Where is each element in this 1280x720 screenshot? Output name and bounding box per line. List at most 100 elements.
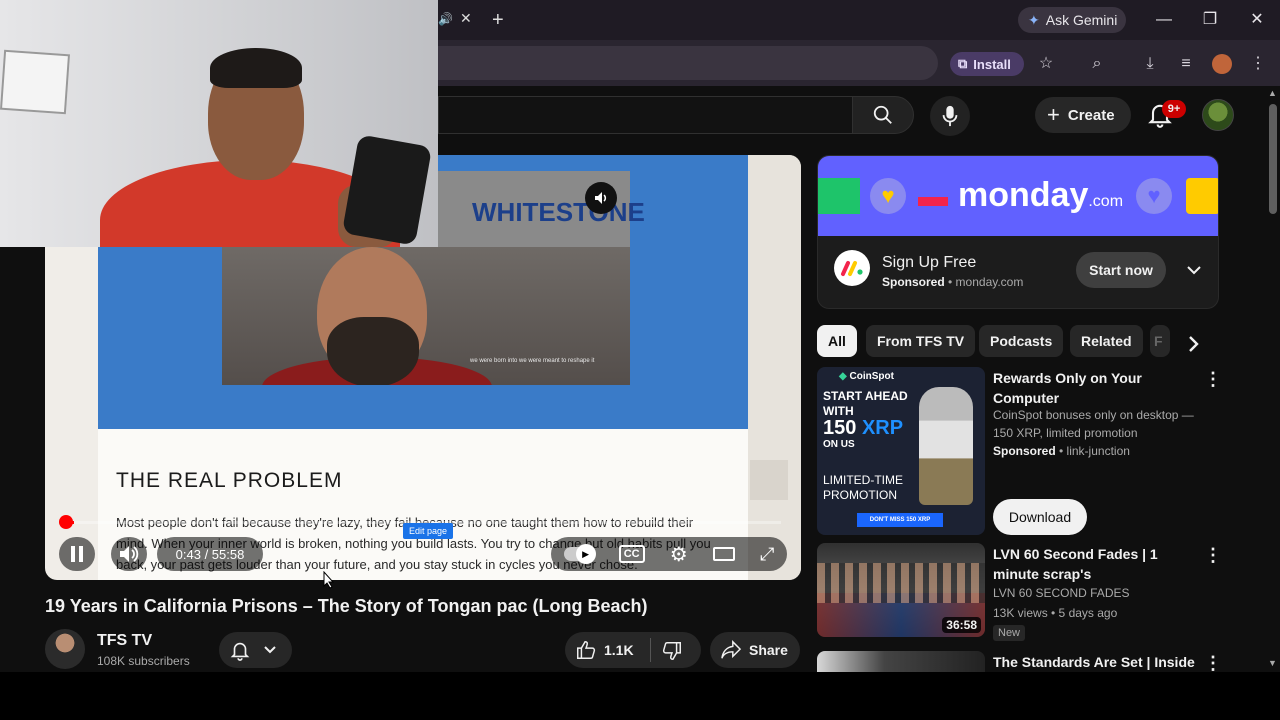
lens-search-icon[interactable]: ⌕ (1085, 52, 1109, 76)
monday-logo: monday.com (958, 176, 1124, 214)
advertiser-logo[interactable] (834, 250, 870, 286)
rec-sponsor-line: Sponsored • link-junction (993, 444, 1130, 458)
wall-certificate (0, 49, 71, 115)
like-divider (650, 638, 651, 662)
volume-button[interactable] (111, 537, 147, 571)
slide-brand-text: WHITESTONE (472, 197, 645, 227)
share-arrow-icon (721, 640, 742, 659)
tab-audio-icon[interactable]: 🔊 (438, 12, 453, 26)
time-display: 0:43 / 55:58 (157, 537, 263, 571)
start-now-button[interactable]: Start now (1076, 252, 1166, 288)
chip-related[interactable]: Related (1070, 325, 1143, 357)
webcam-overlay (0, 0, 438, 247)
subscriber-count: 108K subscribers (97, 654, 190, 668)
rec-title[interactable]: LVN 60 Second Fades | 1 minute scrap's (993, 544, 1203, 584)
minimize-icon[interactable]: — (1152, 8, 1176, 32)
chevron-right-icon[interactable] (1180, 330, 1208, 358)
profile-avatar-icon[interactable] (1210, 52, 1234, 76)
channel-avatar[interactable] (45, 629, 85, 669)
tab-close-icon[interactable]: ✕ (460, 10, 472, 27)
chip-from-tfs-tv[interactable]: From TFS TV (866, 325, 976, 357)
bottom-black-bar (0, 672, 1280, 720)
slide-small-thumbnail (750, 460, 788, 500)
rec-meta: 13K views • 5 days ago (993, 606, 1118, 620)
rec-thumbnail-coinspot[interactable]: ◆ CoinSpot START AHEAD WITH 150 XRP ON U… (817, 367, 985, 535)
chip-podcasts[interactable]: Podcasts (979, 325, 1064, 357)
install-icon: ⧉ (958, 56, 968, 71)
chevron-down-icon[interactable] (1184, 260, 1204, 280)
active-tab[interactable]: 🔊 ✕ (438, 6, 488, 36)
account-avatar[interactable] (1202, 99, 1234, 131)
fullscreen-icon[interactable]: ⤢ (760, 544, 774, 565)
ask-gemini-button[interactable]: ✦ Ask Gemini (1018, 7, 1126, 33)
player-right-controls: ▶ CC ⚙ ⤢ (551, 537, 787, 571)
more-options-icon[interactable]: ⋮ (1204, 369, 1222, 389)
address-bar[interactable] (438, 46, 938, 80)
search-icon (873, 105, 892, 124)
progress-scrubber[interactable] (59, 515, 73, 529)
like-thumb-icon[interactable] (575, 639, 597, 661)
inset-subtitle: we were born into we were meant to resha… (470, 358, 595, 364)
more-options-icon[interactable]: ⋮ (1204, 545, 1222, 565)
voice-search-button[interactable] (930, 96, 970, 136)
bookmark-star-icon[interactable]: ☆ (1034, 52, 1058, 76)
ad-title[interactable]: Sign Up Free (882, 254, 976, 272)
captions-icon[interactable]: CC (618, 545, 645, 563)
new-tab-button[interactable]: + (492, 8, 504, 32)
more-options-icon[interactable]: ⋮ (1204, 653, 1222, 673)
pause-icon (71, 546, 83, 562)
ad-sponsor-line: Sponsored • monday.com (882, 275, 1024, 289)
media-control-icon[interactable]: ≡ (1174, 52, 1198, 76)
plus-icon: + (1047, 102, 1060, 127)
slide-inset-video: we were born into we were meant to resha… (222, 247, 630, 385)
browser-menu-icon[interactable]: ⋮ (1246, 52, 1270, 76)
download-icon[interactable]: ⤓ (1138, 52, 1162, 76)
video-duration: 36:58 (942, 617, 981, 633)
ad-banner[interactable]: ♥ ▬ monday.com ♥ (818, 156, 1218, 236)
heart-icon: ♥ (870, 178, 906, 214)
share-label[interactable]: Share (749, 642, 788, 658)
chip-all[interactable]: All (817, 325, 857, 357)
dislike-thumb-icon[interactable] (661, 640, 683, 662)
scroll-down-arrow-icon[interactable]: ▼ (1268, 658, 1277, 668)
download-button[interactable]: Download (993, 499, 1087, 535)
chevron-down-icon (264, 646, 276, 654)
create-button[interactable]: + Create (1035, 97, 1131, 133)
ad-domain: monday.com (955, 275, 1024, 289)
pause-button[interactable] (59, 537, 95, 571)
search-input[interactable] (438, 96, 852, 134)
kaws-figure (919, 387, 973, 505)
install-button[interactable]: ⧉ Install (950, 52, 1024, 76)
sponsored-ad-card[interactable]: ♥ ▬ monday.com ♥ Sign Up Free Sponsored … (817, 155, 1219, 309)
like-count[interactable]: 1.1K (604, 642, 634, 658)
rec-title[interactable]: Rewards Only on Your Computer (993, 368, 1203, 408)
close-window-icon[interactable]: ✕ (1245, 8, 1269, 32)
search-button[interactable] (852, 96, 914, 134)
rec-description: CoinSpot bonuses only on desktop — 150 X… (993, 408, 1194, 440)
rec-channel[interactable]: LVN 60 SECOND FADES (993, 584, 1203, 602)
restore-icon[interactable]: ❐ (1198, 8, 1222, 32)
theater-mode-icon[interactable] (712, 547, 735, 561)
settings-gear-icon[interactable]: ⚙ (670, 542, 688, 567)
slide-heading: THE REAL PROBLEM (116, 469, 343, 492)
time-text: 0:43 / 55:58 (175, 546, 245, 562)
gemini-sparkle-icon: ✦ (1028, 11, 1040, 28)
coinspot-logo-icon: ◆ (839, 371, 847, 382)
channel-name[interactable]: TFS TV (97, 632, 152, 650)
rec-thumbnail-standards[interactable] (817, 651, 985, 672)
rec-title[interactable]: The Standards Are Set | Inside (993, 652, 1203, 672)
chip-partial[interactable]: F (1150, 325, 1170, 357)
install-label: Install (973, 56, 1011, 72)
scrollbar-thumb[interactable] (1269, 104, 1277, 214)
rec-thumbnail-lvn[interactable]: 36:58 (817, 543, 985, 637)
create-label: Create (1067, 106, 1115, 124)
bell-icon (230, 642, 250, 661)
scroll-up-arrow-icon[interactable]: ▲ (1268, 88, 1277, 98)
sponsored-label: Sponsored (882, 275, 945, 289)
notification-count-badge: 9+ (1162, 100, 1186, 118)
subscription-bell-button[interactable] (219, 632, 292, 668)
slide-right-strip (748, 155, 801, 580)
monday-mark-icon (841, 261, 863, 276)
autoplay-toggle[interactable]: ▶ (563, 544, 596, 564)
mute-indicator-button[interactable] (585, 182, 617, 214)
